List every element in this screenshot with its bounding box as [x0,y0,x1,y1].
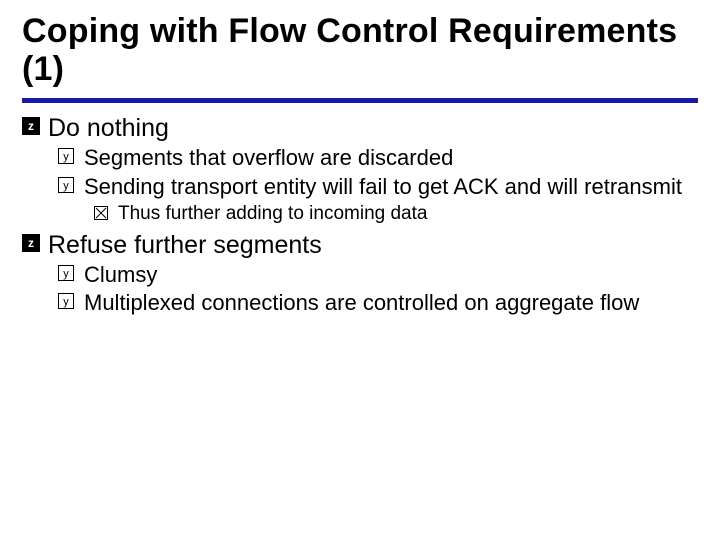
bullet-label: Multiplexed connections are controlled o… [84,290,639,317]
square-y-icon: y [58,174,84,193]
square-y-icon: y [58,262,84,281]
square-x-icon [94,203,118,220]
bullet-label: Clumsy [84,262,157,289]
bullet-label: Sending transport entity will fail to ge… [84,174,682,201]
square-z-icon: z [22,230,48,252]
list-item: y Clumsy [58,262,698,289]
svg-text:z: z [28,119,34,133]
svg-text:z: z [28,236,34,250]
square-z-icon: z [22,113,48,135]
list-item: Thus further adding to incoming data [94,203,698,226]
bullet-label: Thus further adding to incoming data [118,203,427,226]
square-y-icon: y [58,145,84,164]
title-underline [22,98,698,103]
bullet-label: Segments that overflow are discarded [84,145,453,172]
list-item: y Multiplexed connections are controlled… [58,290,698,317]
svg-text:y: y [63,151,69,163]
list-item: y Segments that overflow are discarded [58,145,698,172]
svg-text:y: y [63,296,69,308]
bullet-label: Refuse further segments [48,230,322,260]
svg-text:y: y [63,180,69,192]
svg-text:y: y [63,268,69,280]
list-item: y Sending transport entity will fail to … [58,174,698,201]
slide-title: Coping with Flow Control Requirements (1… [22,12,698,98]
square-y-icon: y [58,290,84,309]
bullet-label: Do nothing [48,113,169,143]
list-item: z Refuse further segments [22,230,698,260]
list-item: z Do nothing [22,113,698,143]
